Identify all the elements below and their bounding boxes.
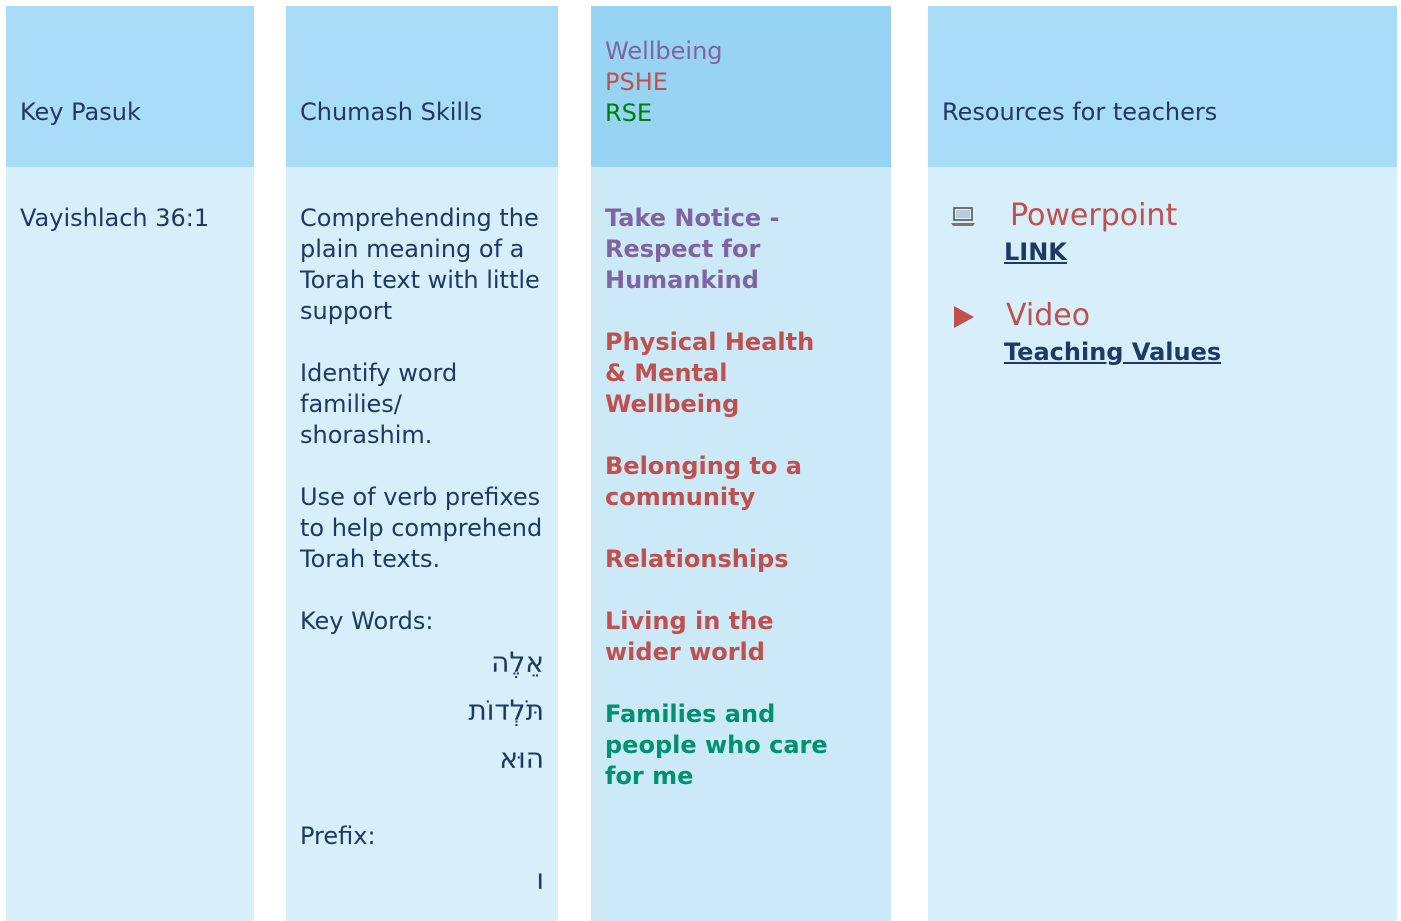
key-pasuk-content: Vayishlach 36:1	[20, 203, 240, 234]
rse-label: RSE	[605, 99, 653, 127]
key-pasuk-header: Key Pasuk	[6, 6, 254, 167]
wellbeing-item: Living in the wider world	[605, 607, 774, 666]
wellbeing-label: Wellbeing	[605, 37, 723, 65]
powerpoint-title: Powerpoint	[1010, 198, 1178, 233]
resources-body	[928, 167, 1397, 921]
skill-paragraph: Identify word families/ shorashim.	[300, 359, 458, 449]
resources-header: Resources for teachers	[928, 6, 1397, 167]
wellbeing-item: Belonging to a community	[605, 452, 802, 511]
play-icon	[948, 304, 978, 334]
skill-paragraph: Comprehending the plain meaning of a Tor…	[300, 204, 540, 325]
wellbeing-item: Families and people who care for me	[605, 700, 828, 790]
wellbeing-item: Relationships	[605, 545, 789, 573]
resources-title: Resources for teachers	[942, 98, 1218, 126]
video-title: Video	[1006, 298, 1091, 333]
pshe-label: PSHE	[605, 68, 668, 96]
chumash-skills-header: Chumash Skills	[286, 6, 558, 167]
key-words-label: Key Words:	[300, 607, 434, 635]
skill-paragraph: Use of verb prefixes to help comprehend …	[300, 483, 543, 573]
chumash-skills-title: Chumash Skills	[300, 98, 483, 126]
resources-column: Resources for teachers Powerpoint LINK V…	[928, 6, 1397, 921]
wellbeing-header: Wellbeing PSHE RSE	[591, 6, 891, 167]
laptop-icon	[948, 206, 978, 232]
wellbeing-column: Wellbeing PSHE RSE Take Notice - Respect…	[591, 6, 891, 921]
prefix-label: Prefix:	[300, 822, 376, 850]
key-word: תֹּלְדוֹת	[468, 694, 544, 727]
wellbeing-content: Take Notice - Respect for Humankind Phys…	[605, 203, 861, 823]
video-link[interactable]: Teaching Values	[1004, 338, 1221, 366]
prefix-value: ו	[536, 863, 544, 896]
powerpoint-link[interactable]: LINK	[1004, 238, 1067, 266]
key-pasuk-value: Vayishlach 36:1	[20, 204, 210, 232]
key-word: אֵלֶה	[491, 646, 544, 679]
chumash-skills-column: Chumash Skills Comprehending the plain m…	[286, 6, 558, 921]
chumash-skills-content: Comprehending the plain meaning of a Tor…	[300, 203, 544, 904]
wellbeing-item: Take Notice - Respect for Humankind	[605, 204, 780, 294]
key-pasuk-title: Key Pasuk	[20, 98, 141, 126]
key-pasuk-body	[6, 167, 254, 921]
key-pasuk-column: Key Pasuk Vayishlach 36:1	[6, 6, 254, 921]
wellbeing-header-stack: Wellbeing PSHE RSE	[605, 36, 723, 129]
key-word: הוּא	[499, 742, 544, 775]
wellbeing-item: Physical Health & Mental Wellbeing	[605, 328, 815, 418]
